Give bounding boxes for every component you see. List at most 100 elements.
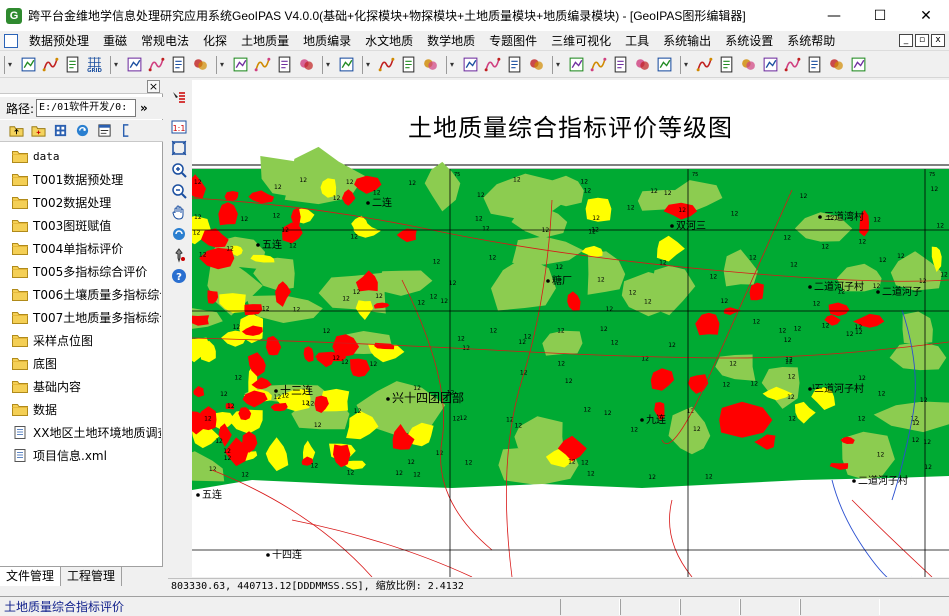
bar-chart-icon[interactable]	[526, 54, 547, 75]
menu-item-4[interactable]: 土地质量	[234, 32, 296, 49]
menu-item-6[interactable]: 水文地质	[358, 32, 420, 49]
toolbar-grip[interactable]	[446, 55, 448, 74]
mdi-close-button[interactable]: x	[931, 34, 945, 47]
menu-item-11[interactable]: 系统输出	[656, 32, 718, 49]
menu-item-7[interactable]: 数学地质	[420, 32, 482, 49]
line-tool-icon[interactable]	[146, 54, 167, 75]
new-folder-icon[interactable]	[28, 122, 48, 140]
toolbar-grip[interactable]	[552, 55, 554, 74]
tree-item[interactable]: T005多指标综合评价	[0, 260, 161, 283]
tree-item[interactable]: data	[0, 145, 161, 168]
axis-icon[interactable]	[376, 54, 397, 75]
step-icon[interactable]	[420, 54, 441, 75]
toolbar-dropdown-icon[interactable]: ▾	[8, 60, 16, 69]
grid-icon[interactable]: GRID	[84, 54, 105, 75]
tab-file-manager[interactable]: 文件管理	[0, 567, 62, 586]
print-preview-icon[interactable]	[804, 54, 825, 75]
toolbar-dropdown-icon[interactable]: ▾	[556, 60, 564, 69]
toolbar-grip[interactable]	[216, 55, 218, 74]
paint-icon[interactable]	[782, 54, 803, 75]
window-frame-icon[interactable]	[62, 54, 83, 75]
bezier-icon[interactable]	[124, 54, 145, 75]
curve-tool-icon[interactable]	[168, 54, 189, 75]
toolbar-dropdown-icon[interactable]: ▾	[450, 60, 458, 69]
tree-item[interactable]: 项目信息.xml	[0, 444, 161, 467]
venn-icon[interactable]	[588, 54, 609, 75]
menu-item-1[interactable]: 重磁	[96, 32, 134, 49]
toolbar-grip[interactable]	[680, 55, 682, 74]
help-icon[interactable]: ?	[169, 267, 189, 286]
line-chart-icon[interactable]	[230, 54, 251, 75]
tree-item[interactable]: 基础内容	[0, 375, 161, 398]
contour-icon[interactable]	[190, 54, 211, 75]
tree-item[interactable]: T006土壤质量多指标综合	[0, 283, 161, 306]
zoom-in-icon[interactable]	[169, 160, 189, 179]
mdi-minimize-button[interactable]: _	[899, 34, 913, 47]
full-extent-icon[interactable]	[169, 138, 189, 157]
align-icon[interactable]	[336, 54, 357, 75]
tree-item[interactable]: 数据	[0, 398, 161, 421]
tree-item[interactable]: T007土地质量多指标综合	[0, 306, 161, 329]
menu-item-10[interactable]: 工具	[618, 32, 656, 49]
minimize-button[interactable]: —	[811, 0, 857, 31]
edit-region-icon[interactable]	[40, 54, 61, 75]
menu-item-13[interactable]: 系统帮助	[780, 32, 842, 49]
tree-item[interactable]: T004单指标评价	[0, 237, 161, 260]
properties-icon[interactable]	[94, 122, 114, 140]
toolbar-grip[interactable]	[362, 55, 364, 74]
close-button[interactable]: ✕	[903, 0, 949, 31]
tree-item[interactable]: T002数据处理	[0, 191, 161, 214]
evaluation-map[interactable]: 12 12 12 12 12 12 12 12 12 12 12 12 12 12 12 12 12 12 12 12…	[192, 80, 949, 577]
mdi-restore-button[interactable]: ▫	[915, 34, 929, 47]
path-more-button[interactable]: »	[140, 101, 148, 115]
menu-item-5[interactable]: 地质编录	[296, 32, 358, 49]
menu-item-12[interactable]: 系统设置	[718, 32, 780, 49]
tree-item[interactable]: 底图	[0, 352, 161, 375]
graph-icon[interactable]	[274, 54, 295, 75]
menu-item-2[interactable]: 常规电法	[134, 32, 196, 49]
toolbar-dropdown-icon[interactable]: ▾	[366, 60, 374, 69]
folder-up-icon[interactable]	[6, 122, 26, 140]
map-canvas[interactable]: 土地质量综合指标评价等级图 12 12 12 12 12 12 12 12 12 12 12 12 12…	[192, 80, 949, 577]
tree-item[interactable]: T003图斑赋值	[0, 214, 161, 237]
toolbar-dropdown-icon[interactable]: ▾	[684, 60, 692, 69]
bracket-icon[interactable]	[116, 122, 136, 140]
print-icon[interactable]	[848, 54, 869, 75]
zoom-out-icon[interactable]	[169, 181, 189, 200]
refresh-view-icon[interactable]	[169, 224, 189, 243]
doc-list-icon[interactable]	[654, 54, 675, 75]
pin-icon[interactable]	[169, 245, 189, 264]
pan-hand-icon[interactable]	[169, 203, 189, 222]
tree-item[interactable]: XX地区土地环境地质调查	[0, 421, 161, 444]
trend-icon[interactable]	[504, 54, 525, 75]
doc-table-icon[interactable]	[694, 54, 715, 75]
refresh-icon[interactable]	[72, 122, 92, 140]
view-list-icon[interactable]	[50, 122, 70, 140]
panel-close-button[interactable]: ×	[147, 80, 160, 93]
wheel-icon[interactable]	[610, 54, 631, 75]
maximize-button[interactable]: ☐	[857, 0, 903, 31]
doc-grid-icon[interactable]	[716, 54, 737, 75]
menu-item-3[interactable]: 化探	[196, 32, 234, 49]
flag-icon[interactable]	[296, 54, 317, 75]
layer-icon[interactable]	[482, 54, 503, 75]
note-icon[interactable]	[760, 54, 781, 75]
tab-project-manager[interactable]: 工程管理	[61, 567, 123, 586]
export-icon[interactable]	[826, 54, 847, 75]
layer-select-icon[interactable]	[169, 88, 189, 107]
mosaic-icon[interactable]	[632, 54, 653, 75]
open-query-icon[interactable]	[18, 54, 39, 75]
path-input[interactable]: E:/01软件开发/0:	[36, 99, 137, 117]
menu-item-9[interactable]: 三维可视化	[544, 32, 618, 49]
actual-size-icon[interactable]: 1:1	[169, 117, 189, 136]
toolbar-dropdown-icon[interactable]: ▾	[114, 60, 122, 69]
toolbar-dropdown-icon[interactable]: ▾	[326, 60, 334, 69]
polygon-tool-icon[interactable]	[252, 54, 273, 75]
toolbar-grip[interactable]	[110, 55, 112, 74]
toolbar-dropdown-icon[interactable]: ▾	[220, 60, 228, 69]
tree-item[interactable]: 采样点位图	[0, 329, 161, 352]
frame-icon[interactable]	[460, 54, 481, 75]
toolbar-grip[interactable]	[322, 55, 324, 74]
menu-item-0[interactable]: 数据预处理	[22, 32, 96, 49]
toolbar-grip[interactable]	[4, 55, 6, 74]
